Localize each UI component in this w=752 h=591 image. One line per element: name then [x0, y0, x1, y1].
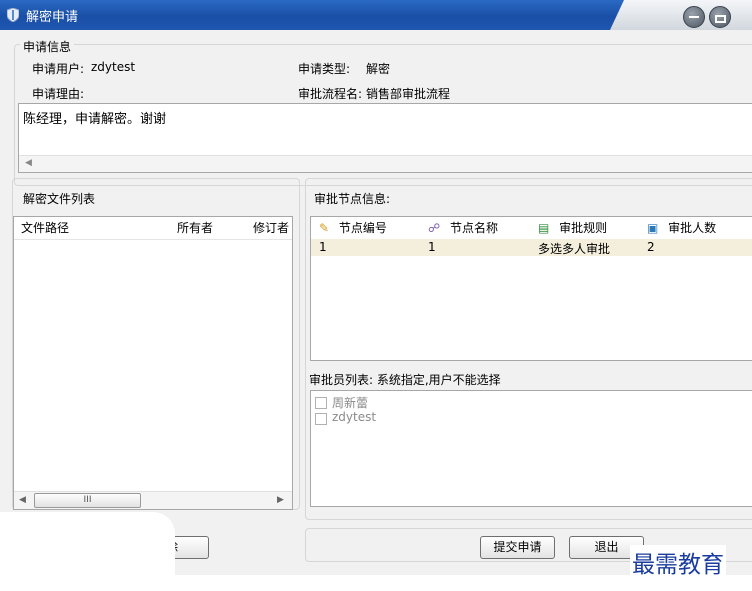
maximize-button[interactable]: [709, 6, 731, 28]
window-title: 解密申请: [26, 10, 79, 25]
approver-checkbox[interactable]: [315, 413, 327, 425]
table-row[interactable]: 1 1 多选多人审批 2: [311, 239, 752, 256]
file-list-scrollbar[interactable]: ◀ III ▶: [14, 491, 292, 509]
approver-count-header[interactable]: ▣ 审批人数: [647, 217, 716, 239]
node-name-icon: ☍: [428, 221, 441, 235]
approval-rule-header[interactable]: ▤ 审批规则: [538, 217, 607, 239]
type-label: 申请类型:: [298, 62, 351, 76]
flow-label: 审批流程名:: [298, 87, 363, 101]
approver-count-icon: ▣: [647, 221, 659, 235]
approver-list[interactable]: 周新蕾 zdytest: [310, 390, 752, 507]
approver-name: 周新蕾: [332, 396, 369, 410]
applicant-value: zdytest: [91, 60, 136, 74]
scroll-right-icon[interactable]: ▶: [277, 495, 284, 505]
maximize-icon: [715, 15, 726, 23]
applicant-label: 申请用户:: [32, 62, 85, 76]
scroll-left-icon[interactable]: ◀: [19, 495, 26, 505]
reviser-header[interactable]: 修订者: [253, 217, 289, 239]
submit-application-button[interactable]: 提交申请: [480, 536, 555, 559]
approver-count-cell: 2: [647, 240, 655, 254]
node-id-icon: ✎: [319, 221, 330, 235]
approval-node-label: 审批节点信息:: [311, 190, 394, 207]
watermark-text: 最需教育: [630, 545, 726, 579]
scroll-thumb[interactable]: III: [34, 493, 141, 508]
flow-value: 销售部审批流程: [366, 87, 451, 101]
approver-list-label: 审批员列表: 系统指定,用户不能选择: [309, 373, 501, 387]
reason-text: 陈经理，申请解密。谢谢: [23, 112, 167, 127]
approval-rule-icon: ▤: [538, 221, 550, 235]
reason-label: 申请理由:: [32, 87, 85, 101]
node-name-header[interactable]: ☍ 节点名称: [428, 217, 498, 239]
approval-node-table[interactable]: ✎ 节点编号 ☍ 节点名称 ▤ 审批规则 ▣ 审批人数 1 1 多选多人审批 2: [310, 216, 752, 361]
title-bar: 解密申请: [0, 0, 752, 30]
occlusion-patch: [0, 512, 175, 575]
approval-rule-cell: 多选多人审批: [538, 242, 611, 256]
dialog-body: 申请信息 申请用户: zdytest 申请类型: 解密 申请理由: 审批流程名:…: [0, 30, 752, 575]
header-divider: [14, 239, 292, 240]
approver-name: zdytest: [332, 410, 377, 424]
node-id-header[interactable]: ✎ 节点编号: [319, 217, 387, 239]
file-list-table[interactable]: 文件路径 所有者 修订者 ◀ III ▶: [13, 216, 293, 510]
application-info-label: 申请信息: [20, 38, 75, 55]
minimize-icon: [689, 16, 699, 18]
approver-checkbox[interactable]: [315, 397, 327, 409]
node-id-cell: 1: [319, 240, 327, 254]
minimize-button[interactable]: [683, 6, 705, 28]
scroll-left-icon[interactable]: ◀: [25, 158, 32, 168]
file-list-label: 解密文件列表: [20, 190, 99, 207]
reason-scrollbar[interactable]: ◀: [19, 155, 752, 172]
file-path-header[interactable]: 文件路径: [21, 217, 69, 239]
node-name-cell: 1: [428, 240, 436, 254]
type-value: 解密: [366, 62, 391, 76]
reason-textarea[interactable]: 陈经理，申请解密。谢谢 ◀: [18, 103, 752, 173]
owner-header[interactable]: 所有者: [177, 217, 213, 239]
shield-icon: [7, 8, 19, 22]
